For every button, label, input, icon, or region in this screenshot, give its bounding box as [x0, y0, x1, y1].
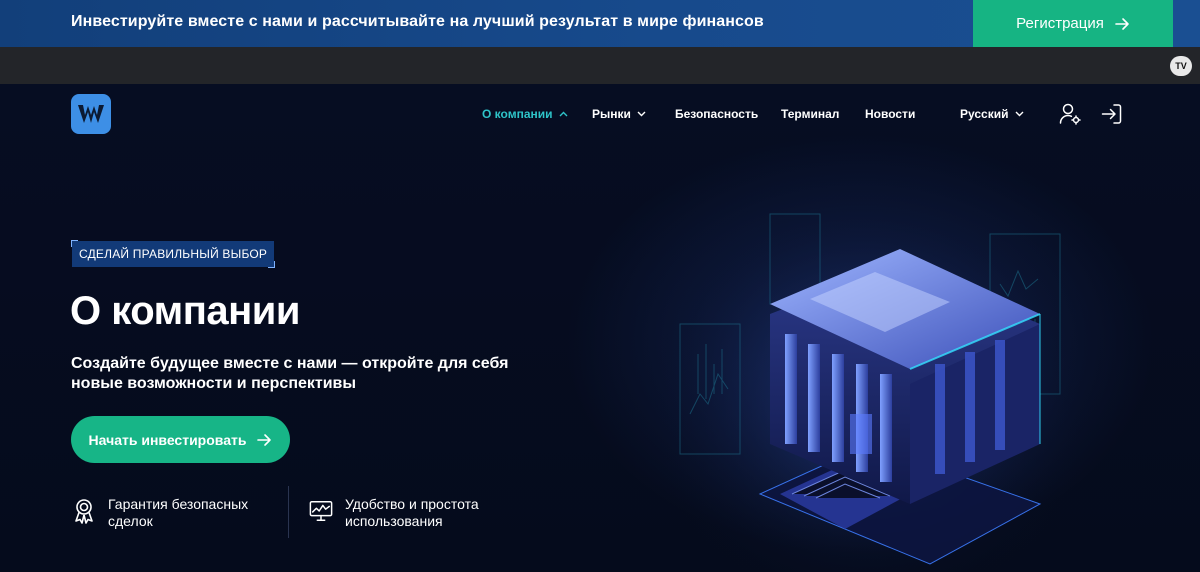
nav-item-markets[interactable]: Рынки	[592, 107, 646, 121]
language-label: Русский	[960, 107, 1009, 121]
ticker-strip: TV	[0, 47, 1200, 84]
chevron-down-icon	[637, 111, 646, 117]
login-icon[interactable]	[1100, 102, 1124, 126]
nav-item-security[interactable]: Безопасность	[675, 107, 758, 121]
feature-text: Удобство и простота использования	[345, 496, 479, 529]
chart-monitor-icon	[309, 501, 333, 521]
start-investing-button[interactable]: Начать инвестировать	[71, 416, 290, 463]
hero-tag: СДЕЛАЙ ПРАВИЛЬНЫЙ ВЫБОР	[70, 240, 276, 268]
language-select[interactable]: Русский	[960, 107, 1024, 121]
logo-mark-icon	[78, 105, 104, 123]
nav-item-terminal[interactable]: Терминал	[781, 107, 839, 121]
nav-item-label: Терминал	[781, 107, 840, 121]
nav-item-about[interactable]: О компании	[482, 107, 568, 121]
register-button[interactable]: Регистрация	[973, 0, 1173, 47]
chevron-up-icon	[559, 111, 567, 117]
page-title: О компании	[70, 289, 300, 333]
nav-item-news[interactable]: Новости	[865, 107, 915, 121]
user-settings-icon[interactable]	[1058, 102, 1082, 126]
feature-divider	[288, 486, 289, 538]
promo-banner: Инвестируйте вместе с нами и рассчитывай…	[0, 0, 1200, 47]
hero-subtitle: Создайте будущее вместе с нами — откройт…	[71, 355, 509, 392]
award-badge-icon	[75, 499, 93, 524]
promo-text: Инвестируйте вместе с нами и рассчитывай…	[71, 13, 764, 30]
register-button-label: Регистрация	[1016, 15, 1104, 32]
cta-label: Начать инвестировать	[88, 431, 247, 448]
nav-item-label: О компании	[482, 107, 553, 121]
nav-item-label: Новости	[865, 107, 916, 121]
chevron-down-icon	[1015, 111, 1023, 117]
bank-building-illustration	[660, 194, 1080, 572]
feature-safe-deals: Гарантия безопасных сделок	[72, 496, 258, 530]
feature-text: Гарантия безопасных сделок	[108, 496, 249, 529]
feature-ease-of-use: Удобство и простота использования	[309, 496, 505, 530]
arrow-right-icon	[257, 433, 272, 446]
arrow-right-icon	[1115, 17, 1129, 30]
hero-section: О компании Рынки Безопасность Терминал Н…	[0, 84, 1200, 572]
site-logo[interactable]	[71, 94, 111, 134]
nav-item-label: Безопасность	[675, 107, 759, 121]
nav-item-label: Рынки	[592, 107, 631, 121]
tv-badge-icon[interactable]: TV	[1170, 56, 1192, 76]
